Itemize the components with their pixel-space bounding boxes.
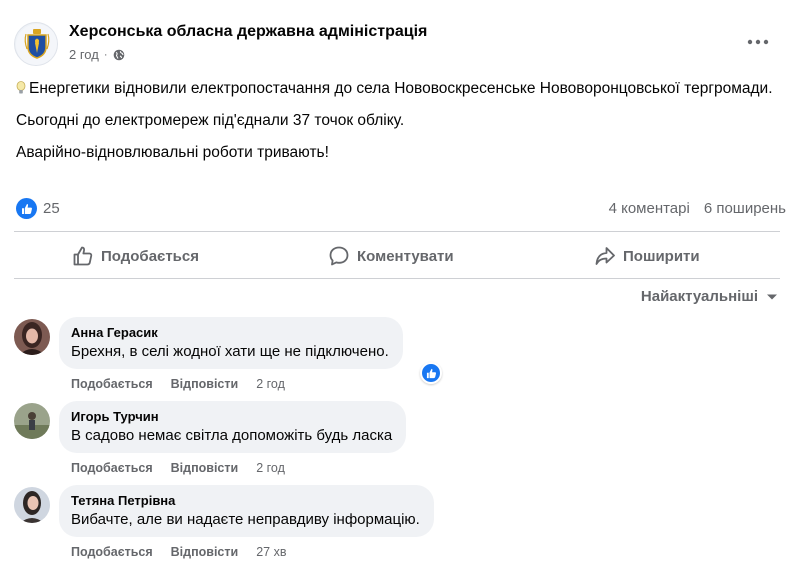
comment-actions: Подобається Відповісти 2 год [71, 461, 285, 475]
comment-sort-dropdown[interactable]: Найактуальніші [641, 288, 778, 305]
comment-text: Вибачте, але ви надаєте неправдиву інфор… [71, 511, 420, 528]
comment-label: Коментувати [357, 247, 454, 265]
comment-like-button[interactable]: Подобається [71, 461, 153, 475]
avatar[interactable] [14, 319, 50, 355]
comment-author[interactable]: Анна Герасик [71, 325, 389, 340]
meta-separator: · [103, 48, 108, 61]
post-time[interactable]: 2 год [69, 47, 99, 62]
sort-label: Найактуальніші [640, 288, 758, 305]
like-reaction-icon[interactable] [16, 198, 37, 219]
reaction-count[interactable]: 25 [43, 200, 60, 217]
thumbs-up-icon [73, 246, 93, 266]
comments-count[interactable]: 4 коментарі [609, 200, 690, 217]
light-bulb-icon [16, 81, 26, 94]
comment-author[interactable]: Игорь Турчин [71, 409, 392, 424]
engagement-counts: 4 коментарі 6 поширень [609, 200, 786, 217]
post-actions: Подобається Коментувати Поширити [14, 236, 780, 276]
reactions-bar: 25 4 коментарі 6 поширень [16, 198, 786, 220]
comment-text: В садово немає світла допоможіть будь ла… [71, 427, 393, 444]
comment-like-button[interactable]: Подобається [71, 377, 153, 391]
post-paragraph-text: Енергетики відновили електропостачання д… [29, 80, 773, 97]
comment-bubble: Тетяна Петрівна Вибачте, але ви надаєте … [59, 485, 434, 537]
comment-reply-button[interactable]: Відповісти [171, 377, 239, 391]
more-icon [747, 39, 769, 45]
post-meta: 2 год · [69, 47, 125, 62]
chevron-down-icon [767, 294, 777, 299]
share-button[interactable]: Поширити [594, 236, 700, 276]
globe-icon [113, 49, 124, 60]
comment-reply-button[interactable]: Відповісти [171, 545, 239, 559]
avatar[interactable] [14, 487, 50, 523]
comment-time[interactable]: 2 год [256, 461, 285, 475]
post-text: Енергетики відновили електропостачання д… [16, 78, 780, 174]
like-button[interactable]: Подобається [72, 236, 199, 276]
comment-author[interactable]: Тетяна Петрівна [71, 493, 420, 508]
comment-time[interactable]: 27 хв [256, 545, 286, 559]
shares-count[interactable]: 6 поширень [704, 200, 786, 217]
comment-icon [329, 246, 349, 266]
coat-of-arms-icon [16, 24, 57, 65]
divider [14, 278, 780, 279]
post-paragraph: Енергетики відновили електропостачання д… [16, 78, 780, 99]
share-label: Поширити [623, 247, 700, 265]
comment-bubble: Игорь Турчин В садово немає світла допом… [59, 401, 407, 453]
comment-reply-button[interactable]: Відповісти [171, 461, 239, 475]
post-header: Херсонська обласна державна адміністраці… [14, 18, 786, 70]
comment-like-button[interactable]: Подобається [71, 545, 153, 559]
avatar[interactable] [14, 403, 50, 439]
facebook-post: Херсонська обласна державна адміністраці… [0, 0, 800, 567]
comment-button[interactable]: Коментувати [328, 236, 454, 276]
comment-bubble: Анна Герасик Брехня, в селі жодної хати … [59, 317, 403, 369]
like-reaction-icon[interactable] [420, 362, 442, 384]
like-label: Подобається [101, 247, 199, 265]
comment-time[interactable]: 2 год [256, 377, 285, 391]
page-avatar[interactable] [14, 22, 58, 66]
post-paragraph: Аварійно-відновлювальні роботи тривають! [16, 144, 329, 161]
comment-actions: Подобається Відповісти 2 год [71, 377, 285, 391]
post-paragraph: Сьогодні до електромереж під'єднали 37 т… [16, 112, 405, 129]
share-icon [595, 247, 615, 265]
more-options-button[interactable] [744, 30, 772, 54]
comment-actions: Подобається Відповісти 27 хв [71, 545, 286, 559]
page-name[interactable]: Херсонська обласна державна адміністраці… [69, 23, 427, 41]
comment-text: Брехня, в селі жодної хати ще не підключ… [71, 343, 389, 360]
divider [14, 231, 780, 232]
